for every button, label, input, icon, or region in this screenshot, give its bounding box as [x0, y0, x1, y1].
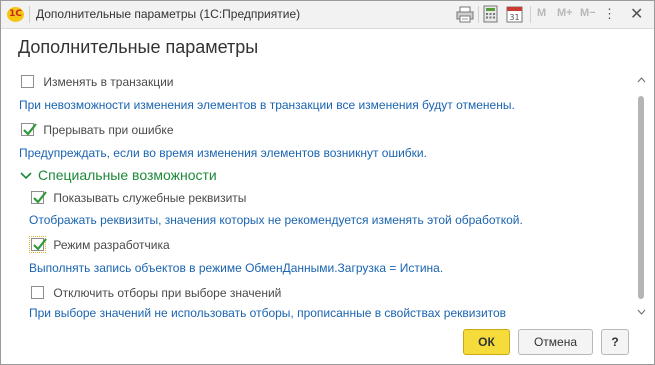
memory-plus-button[interactable]: M+ [557, 7, 573, 19]
window-title: Дополнительные параметры (1С:Предприятие… [36, 7, 301, 21]
print-icon[interactable] [456, 5, 474, 23]
option-label: Прерывать при ошибке [43, 122, 174, 137]
calendar-icon[interactable]: 31 [506, 5, 524, 23]
checkbox-show-service-attributes[interactable] [31, 191, 47, 205]
option-hint: Предупреждать, если во время изменения э… [19, 146, 427, 160]
close-icon[interactable]: ✕ [630, 4, 643, 24]
option-label: Отключить отборы при выборе значений [53, 285, 282, 300]
scroll-up-icon[interactable] [637, 77, 646, 83]
title-separator [29, 6, 30, 23]
toolbar-separator [530, 6, 531, 23]
option-hint: При невозможности изменения элементов в … [19, 98, 515, 112]
group-special-features-header[interactable]: Специальные возможности [20, 167, 217, 183]
group-title: Специальные возможности [38, 167, 217, 183]
scroll-down-icon[interactable] [637, 309, 646, 315]
option-show-service-attributes[interactable]: Показывать служебные реквизиты [31, 190, 246, 205]
calendar-day: 31 [509, 13, 519, 22]
checkmark-icon [33, 191, 47, 204]
calculator-icon[interactable] [483, 5, 499, 23]
memory-button[interactable]: M [537, 7, 546, 19]
checkbox-disable-selection-filters[interactable] [31, 286, 44, 300]
checkmark-icon [33, 238, 47, 251]
form-title: Дополнительные параметры [18, 37, 259, 57]
scrollbar-thumb[interactable] [638, 96, 644, 299]
option-label: Показывать служебные реквизиты [53, 190, 247, 205]
option-developer-mode[interactable]: Режим разработчика [29, 236, 170, 254]
help-button[interactable]: ? [601, 329, 629, 355]
option-disable-selection-filters[interactable]: Отключить отборы при выборе значений [31, 285, 281, 300]
dialog-window: 1С Дополнительные параметры (1С:Предприя… [0, 0, 655, 365]
option-label: Изменять в транзакции [43, 74, 174, 89]
checkbox-change-in-transaction[interactable] [21, 75, 34, 89]
title-bar: 1С Дополнительные параметры (1С:Предприя… [1, 1, 654, 29]
option-stop-on-error[interactable]: Прерывать при ошибке [21, 122, 174, 137]
option-change-in-transaction[interactable]: Изменять в транзакции [21, 74, 174, 89]
checkmark-icon [23, 123, 37, 136]
checkbox-developer-mode[interactable] [29, 236, 47, 254]
toolbar-separator [478, 6, 479, 23]
option-hint: Отображать реквизиты, значения которых н… [29, 213, 523, 227]
option-hint: Выполнять запись объектов в режиме Обмен… [29, 261, 444, 275]
cancel-button[interactable]: Отмена [518, 329, 593, 355]
option-hint: При выборе значений не использовать отбо… [29, 306, 507, 320]
1c-logo-icon: 1С [7, 7, 24, 22]
option-label: Режим разработчика [53, 237, 170, 252]
checkbox-stop-on-error[interactable] [21, 123, 37, 137]
ok-button[interactable]: ОК [463, 329, 510, 355]
more-menu-icon[interactable]: ⋮ [603, 6, 616, 22]
memory-minus-button[interactable]: M− [580, 7, 596, 19]
chevron-down-icon [20, 172, 32, 180]
